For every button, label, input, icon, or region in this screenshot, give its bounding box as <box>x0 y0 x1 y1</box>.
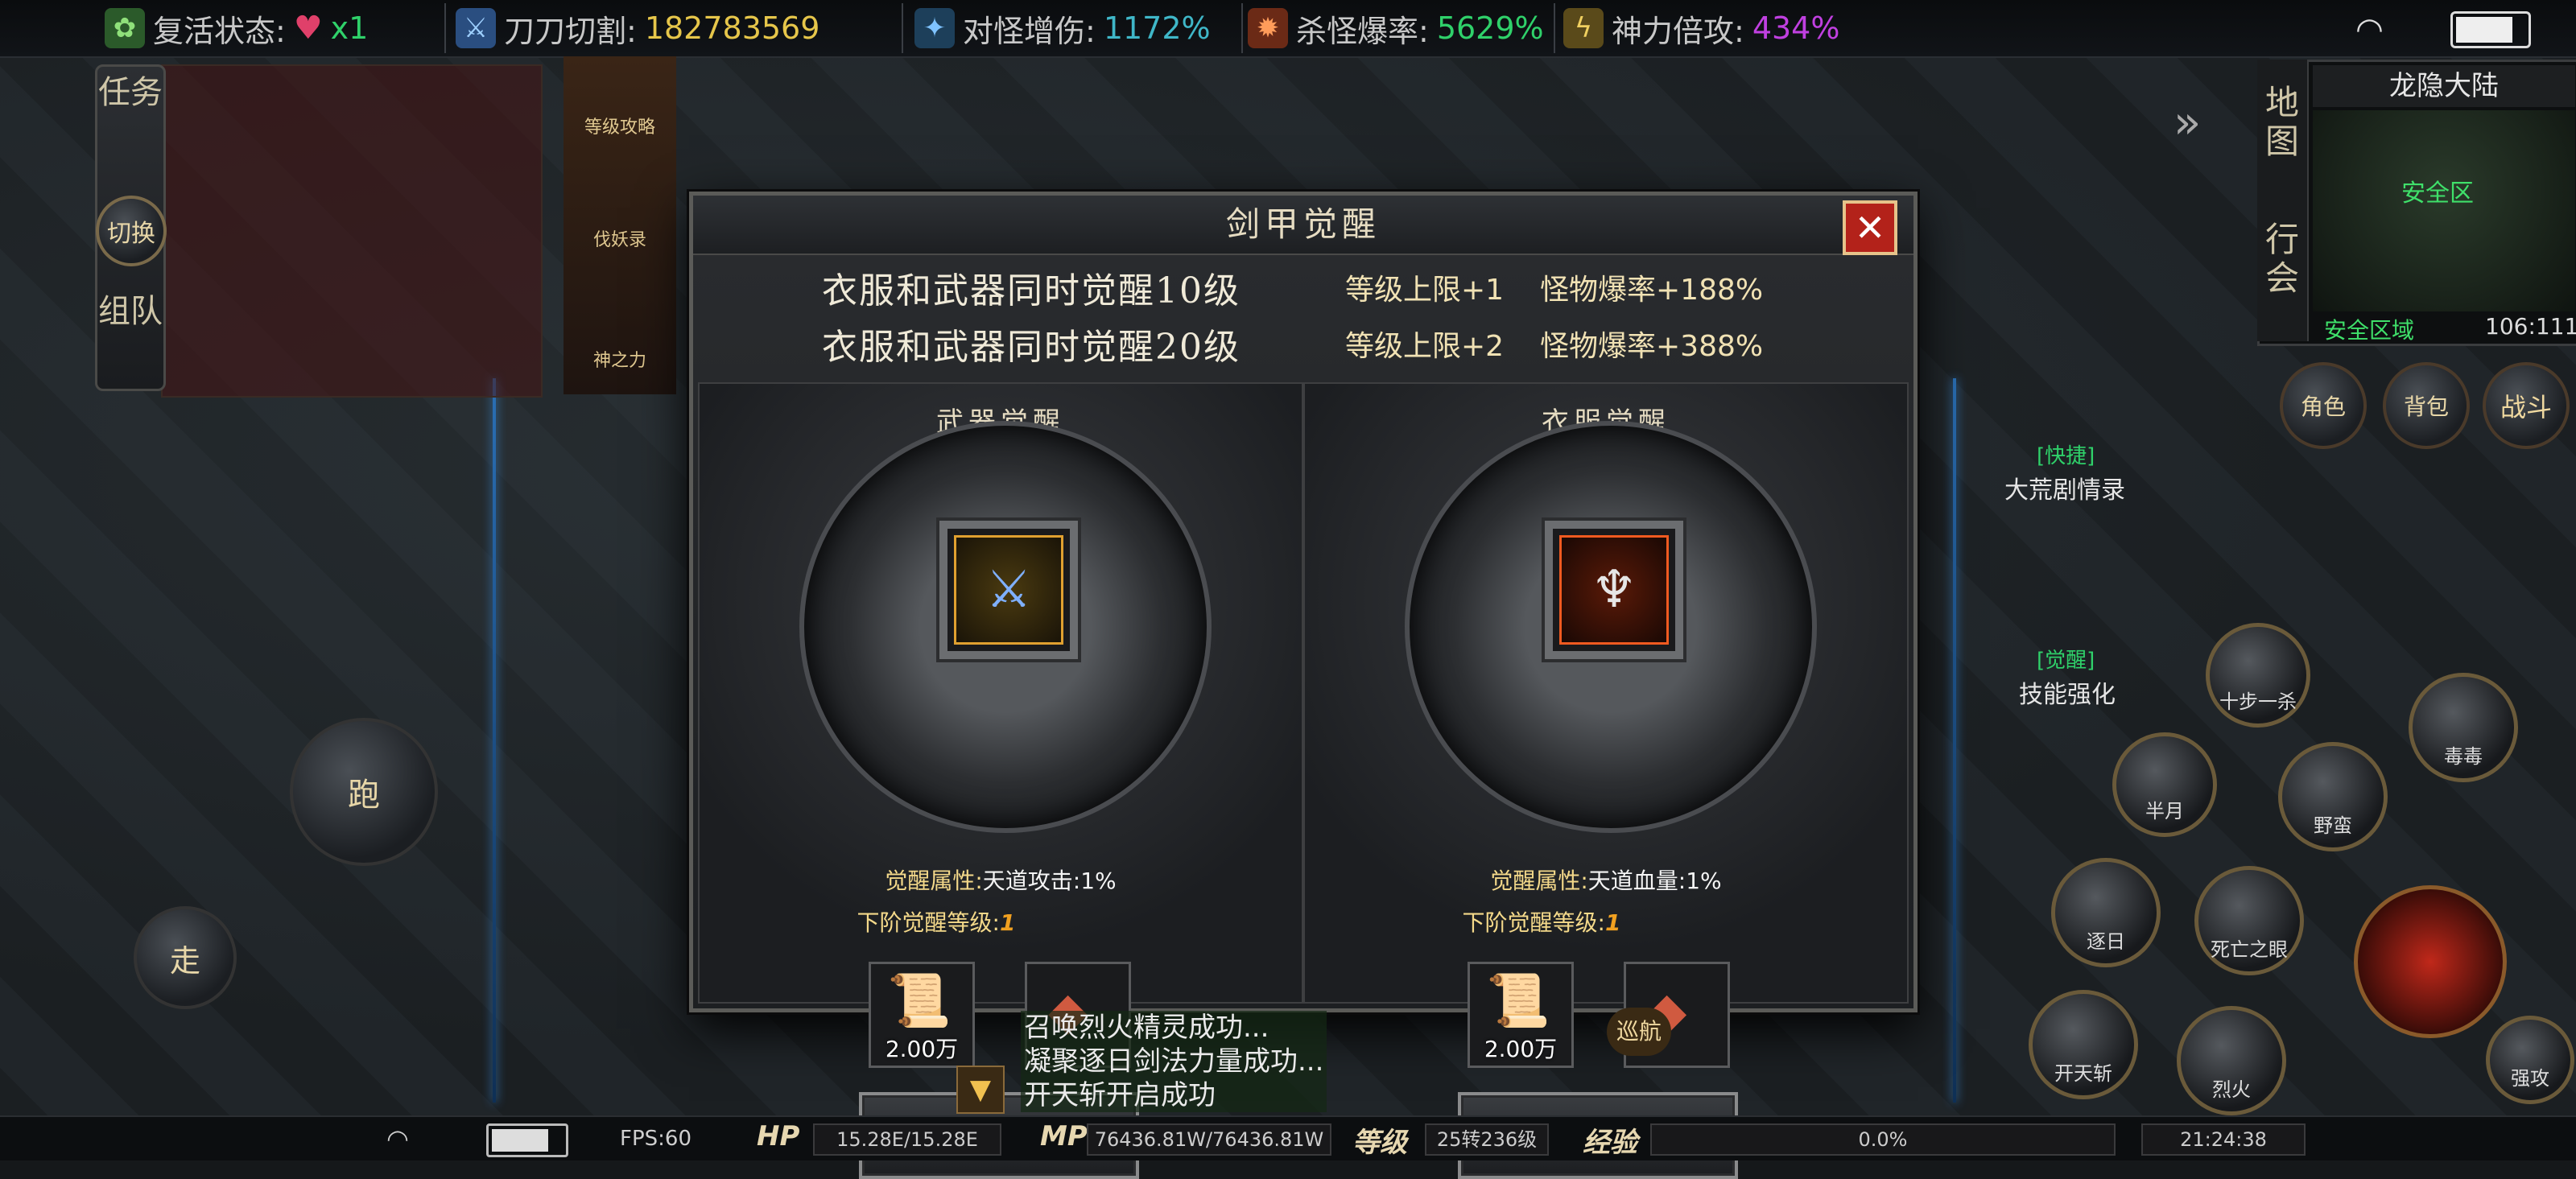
skill-death-eye[interactable]: 死亡之眼 <box>2194 866 2304 975</box>
chat-toggle-icon[interactable]: ▼ <box>956 1066 1005 1114</box>
chat-line: 凝聚逐日剑法力量成功... <box>1021 1045 1327 1078</box>
skill-enhance-link[interactable]: 技能强化 <box>2019 674 2116 710</box>
story-link[interactable]: 大荒剧情录 <box>2004 470 2125 505</box>
weapon-awaken-panel: 武器觉醒 ⚔ 觉醒属性:天道攻击:1% 下阶觉醒等级:1 📜 2.00万 ◆ 觉… <box>698 382 1303 1179</box>
top-status-bar: ✿ 复活状态: ♥ x1 ⚔ 刀刀切割: 182783569 ✦ 对怪增伤: 1… <box>0 0 2576 58</box>
skill-half-moon[interactable]: 半月 <box>2112 732 2217 837</box>
run-button[interactable]: 跑 <box>290 718 438 866</box>
rune-line <box>493 378 496 1103</box>
team-tab[interactable]: 组队 <box>97 292 163 331</box>
hp-label: HP <box>757 1120 800 1152</box>
character-button[interactable]: 角色 <box>2280 362 2367 449</box>
side-icon-column: 等级攻略 伐妖录 神之力 <box>564 56 676 394</box>
material-scroll-slot[interactable]: 📜 2.00万 <box>1468 962 1574 1068</box>
bag-button[interactable]: 背包 <box>2383 362 2470 449</box>
skill-flame[interactable]: 烈火 <box>2177 1006 2286 1115</box>
skill-savage[interactable]: 野蛮 <box>2278 742 2388 851</box>
blade-icon: ⚔ <box>456 8 496 48</box>
battery-icon <box>2450 11 2531 48</box>
exp-bar: 0.0% <box>1650 1123 2116 1156</box>
main-attack-button[interactable] <box>2354 885 2507 1038</box>
weapon-next-level: 下阶觉醒等级:1 <box>857 909 1016 936</box>
bonus-row: 衣服和武器同时觉醒20级 等级上限+2 怪物爆率+388% <box>822 327 1764 368</box>
level-label: 等级 <box>1352 1127 1407 1159</box>
close-icon: ✕ <box>1854 206 1886 249</box>
scroll-icon: 📜 <box>887 971 952 1031</box>
skill-chasing-sun[interactable]: 逐日 <box>2051 858 2161 967</box>
awakening-modal: 剑甲觉醒 ✕ 衣服和武器同时觉醒10级 等级上限+1 怪物爆率+188% 衣服和… <box>689 192 1918 1179</box>
area-name: 安全区域 <box>2324 317 2415 344</box>
battle-button[interactable]: 战斗 <box>2483 362 2570 449</box>
material-scroll-slot[interactable]: 📜 2.00万 <box>869 962 975 1068</box>
armor-awaken-panel: 衣服觉醒 ♆ 觉醒属性:天道血量:1% 下阶觉醒等级:1 📜 2.00万 ◆ 觉… <box>1303 382 1909 1179</box>
fps-counter: FPS:60 <box>620 1127 691 1151</box>
side-icon-demon-record[interactable]: 伐妖录 <box>564 225 676 251</box>
bonus-row: 衣服和武器同时觉醒10级 等级上限+1 怪物爆率+188% <box>822 270 1764 311</box>
chat-line: 召唤烈火精灵成功... <box>1021 1011 1327 1045</box>
armor-next-level: 下阶觉醒等级:1 <box>1462 909 1621 936</box>
revive-status: ✿ 复活状态: ♥ x1 <box>105 6 368 50</box>
exp-label: 经验 <box>1583 1127 1637 1159</box>
collapse-arrow-icon[interactable]: » <box>2174 97 2201 149</box>
system-chat: 召唤烈火精灵成功... 凝聚逐日剑法力量成功... 开天斩开启成功 <box>1021 1011 1327 1112</box>
walk-button[interactable]: 走 <box>134 906 237 1009</box>
wifi-icon: ◠ <box>2355 11 2384 48</box>
guild-tab[interactable]: 行会 <box>2257 221 2307 298</box>
left-info-panel <box>161 64 543 398</box>
side-icon-divine-power[interactable]: 神之力 <box>564 346 676 372</box>
hp-value: 15.28E/15.28E <box>813 1123 1001 1156</box>
armor-slot[interactable]: ♆ <box>1545 521 1683 659</box>
battery-icon <box>486 1123 568 1157</box>
flame-icon: ✹ <box>1248 8 1288 48</box>
map-side-tabs: 地图 行会 <box>2257 60 2309 341</box>
auto-nav-button[interactable]: 巡航 <box>1607 1008 1671 1056</box>
skill-sky-slash[interactable]: 开天斩 <box>2029 990 2138 1099</box>
divine-power-stat: ϟ 神力倍攻: 434% <box>1563 6 1839 50</box>
skill-ten-step[interactable]: 十步一杀 <box>2206 623 2310 728</box>
bottom-status-bar: ◠ FPS:60 HP 15.28E/15.28E MP 76436.81W/7… <box>0 1115 2576 1160</box>
sword-icon: ⚔ <box>954 535 1063 645</box>
skill-strong-attack[interactable]: 强攻 <box>2486 1016 2574 1104</box>
monster-damage-stat: ✦ 对怪增伤: 1172% <box>914 6 1211 50</box>
region-name: 龙隐大陆 <box>2313 65 2575 107</box>
mp-value: 76436.81W/76436.81W <box>1087 1123 1331 1156</box>
claw-icon: ✦ <box>914 8 955 48</box>
armor-attr: 觉醒属性:天道血量:1% <box>1490 868 1722 894</box>
map-view[interactable]: 安全区 <box>2313 110 2575 311</box>
armor-icon: ♆ <box>1559 535 1669 645</box>
map-tab[interactable]: 地图 <box>2257 84 2307 161</box>
skill-poison[interactable]: 毒毒 <box>2409 673 2518 782</box>
modal-title: 剑甲觉醒 <box>693 196 1913 255</box>
weapon-attr: 觉醒属性:天道攻击:1% <box>885 868 1117 894</box>
side-icon-guide[interactable]: 等级攻略 <box>564 113 676 138</box>
coords: 106:111 <box>2485 313 2576 340</box>
scroll-icon: 📜 <box>1486 971 1550 1031</box>
clock: 21:24:38 <box>2141 1123 2306 1156</box>
switch-button[interactable]: 切换 <box>96 196 167 266</box>
level-value: 25转236级 <box>1425 1123 1549 1156</box>
kill-drop-stat: ✹ 杀怪爆率: 5629% <box>1248 6 1544 50</box>
close-button[interactable]: ✕ <box>1843 200 1897 255</box>
task-tab[interactable]: 任务 <box>97 73 163 112</box>
story-tag: [快捷] <box>2037 444 2095 468</box>
left-tab-strip: 任务 切换 组队 <box>95 64 167 391</box>
revive-icon: ✿ <box>105 8 145 48</box>
rune-line <box>1953 378 1956 1103</box>
mp-label: MP <box>1040 1120 1088 1152</box>
weapon-slot[interactable]: ⚔ <box>939 521 1078 659</box>
heart-icon: ♥ <box>293 10 323 47</box>
blade-cut-stat: ⚔ 刀刀切割: 182783569 <box>456 6 819 50</box>
wifi-icon: ◠ <box>386 1123 409 1154</box>
chat-line: 开天斩开启成功 <box>1021 1078 1327 1112</box>
skill-tag: [觉醒] <box>2037 649 2095 673</box>
divine-icon: ϟ <box>1563 8 1604 48</box>
